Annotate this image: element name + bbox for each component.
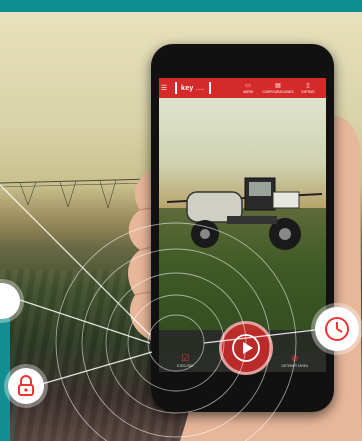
menu-button[interactable]: ☰ [159, 78, 169, 98]
tractor-sprayer [167, 177, 322, 250]
header-actions: ▭ ABRIR ▤ CONFIGURACIONES ▯ ENTRAR [236, 82, 326, 94]
play-icon [232, 334, 260, 362]
login-button[interactable]: ▯ ENTRAR [296, 82, 320, 94]
record-play-button[interactable] [219, 321, 273, 375]
stop-icon: ⊘ [291, 353, 299, 363]
settings-label: CONFIGURACIONES [262, 90, 294, 94]
clock-icon [325, 317, 349, 341]
check-box-icon: ☑ [181, 353, 190, 363]
stop-task-label: DETENER TAREA [281, 364, 308, 368]
camera-view [159, 98, 326, 356]
lock-icon [18, 375, 34, 396]
teal-frame-top [0, 0, 362, 12]
hero-scene: ☰ key .... ▭ ABRIR ▤ CONFIGURACIONES ▯ E… [0, 0, 362, 441]
clock-bubble [315, 307, 359, 351]
run-button[interactable]: ☑ EJECUTAR [177, 353, 194, 368]
open-label: ABRIR [243, 90, 253, 94]
login-label: ENTRAR [301, 90, 315, 94]
logo-text: key [181, 84, 194, 92]
hamburger-icon: ☰ [160, 85, 168, 92]
app-header: ☰ key .... ▭ ABRIR ▤ CONFIGURACIONES ▯ E… [159, 78, 326, 98]
lock-bubble [8, 368, 44, 404]
app-logo: key .... [175, 82, 211, 94]
teal-frame-side [0, 300, 10, 441]
open-button[interactable]: ▭ ABRIR [236, 82, 260, 94]
run-label: EJECUTAR [177, 364, 194, 368]
settings-button[interactable]: ▤ CONFIGURACIONES [262, 82, 293, 94]
phone-icon: ▯ [306, 83, 310, 89]
logo-text-dim: .... [195, 84, 205, 92]
folder-icon: ▭ [245, 83, 251, 89]
document-icon: ▤ [275, 83, 281, 89]
stop-task-button[interactable]: ⊘ DETENER TAREA [282, 353, 308, 368]
